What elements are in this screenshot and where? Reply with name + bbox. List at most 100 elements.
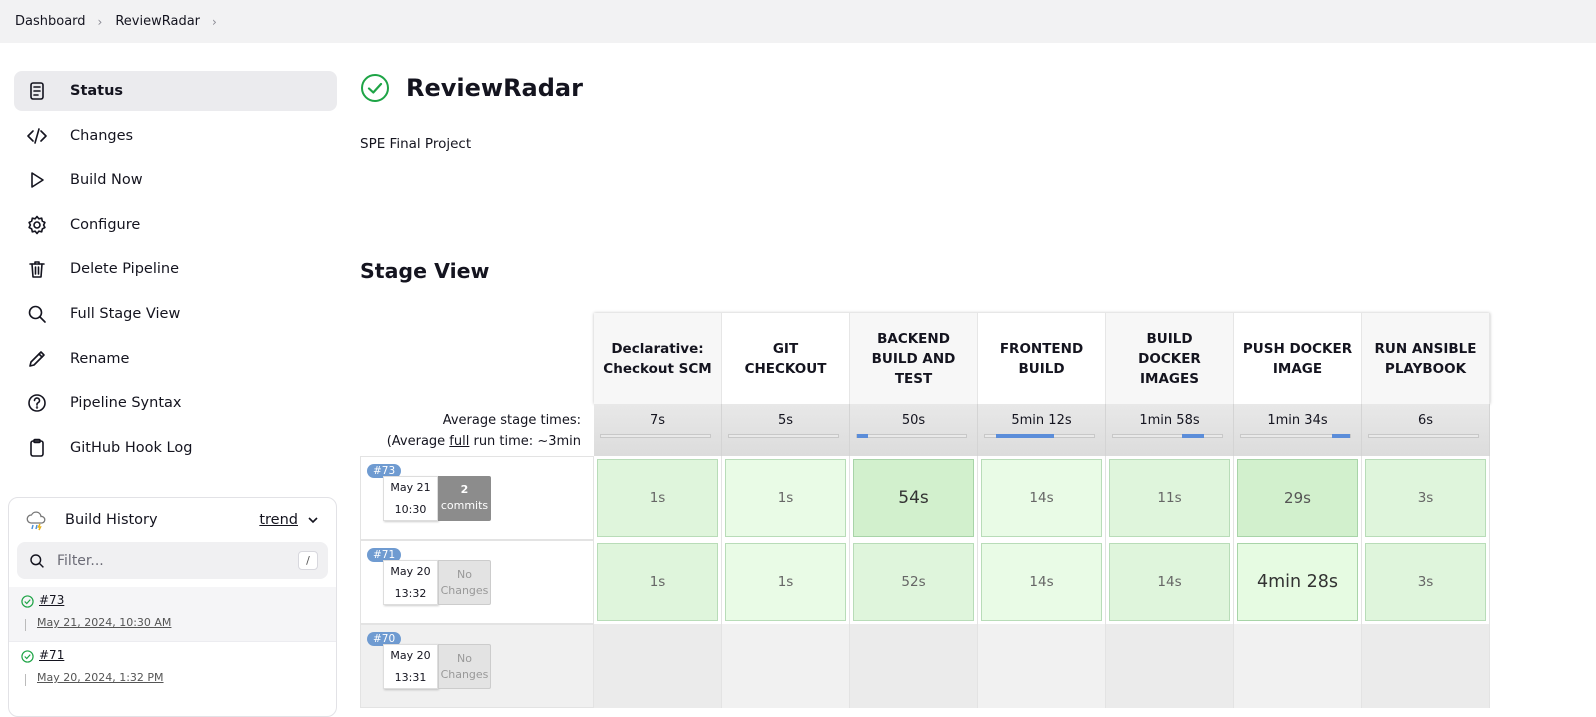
stage-header: FRONTEND BUILD [978, 313, 1106, 404]
progress-fill [996, 434, 1054, 438]
build-filter[interactable]: / [17, 542, 328, 579]
build-history-panel: Build History trend / #73 May 21, 2024, … [8, 497, 337, 717]
changes-box[interactable]: 2 commits [438, 476, 491, 521]
clipboard-icon [26, 437, 48, 459]
sidebar-item-label: Status [70, 83, 124, 99]
average-cell: 50s [850, 404, 978, 456]
build-history-row[interactable]: #73 May 21, 2024, 10:30 AM [9, 587, 336, 641]
build-label: #71 May 20 13:32 No Changes [360, 540, 594, 624]
build-history-header: Build History trend [9, 498, 336, 542]
stage-cell[interactable]: 1s [722, 540, 850, 624]
progress-fill [857, 434, 868, 438]
sidebar-item-rename[interactable]: Rename [14, 339, 337, 379]
build-date-link[interactable]: May 21, 2024, 10:30 AM [37, 616, 171, 629]
search-icon [26, 303, 48, 325]
sidebar-item-build-now[interactable]: Build Now [14, 160, 337, 200]
sidebar-item-label: Delete Pipeline [70, 261, 179, 278]
sidebar-item-github-hook-log[interactable]: GitHub Hook Log [14, 428, 337, 468]
build-label: #73 May 21 10:30 2 commits [360, 456, 594, 540]
changes-box[interactable]: No Changes [438, 644, 491, 689]
sidebar-item-changes[interactable]: Changes [14, 116, 337, 156]
breadcrumb-dashboard[interactable]: Dashboard [15, 14, 86, 29]
average-value: 1min 58s [1139, 413, 1200, 428]
sidebar-item-label: Changes [70, 127, 134, 144]
build-datetime: May 20 13:31 [383, 644, 438, 689]
sidebar-item-label: Build Now [70, 172, 143, 189]
stage-cells: 1s 1s 54s 14s 11s 29s 3s [594, 456, 1490, 540]
trend-link[interactable]: trend [259, 512, 298, 528]
sidebar-item-configure[interactable]: Configure [14, 205, 337, 245]
chevron-right-icon[interactable]: › [212, 15, 217, 29]
sidebar-item-full-stage-view[interactable]: Full Stage View [14, 294, 337, 334]
stage-duration: 54s [853, 459, 974, 537]
stage-duration: 3s [1365, 459, 1486, 537]
build-row: #71 May 20 13:32 No Changes 1s 1s 52s 14… [360, 540, 1492, 624]
stage-cell[interactable]: 1s [722, 456, 850, 540]
build-row: #73 May 21 10:30 2 commits 1s 1s 54s 14s… [360, 456, 1492, 540]
stage-cell[interactable] [722, 624, 850, 708]
average-cell: 5s [722, 404, 850, 456]
stage-cell[interactable]: 14s [1106, 540, 1234, 624]
sidebar-item-status[interactable]: Status [14, 71, 337, 111]
build-date-link[interactable]: May 20, 2024, 1:32 PM [37, 671, 164, 684]
stage-headers: Declarative: Checkout SCM GIT CHECKOUT B… [594, 313, 1490, 404]
stage-cell[interactable] [850, 624, 978, 708]
progress-track [1368, 434, 1479, 438]
trash-icon [26, 258, 48, 280]
stage-duration: 4min 28s [1237, 543, 1358, 621]
build-filter-input[interactable] [57, 552, 287, 569]
average-cell: 6s [1362, 404, 1490, 456]
stage-cell[interactable] [594, 624, 722, 708]
average-cell: 1min 34s [1234, 404, 1362, 456]
build-history-title: Build History [65, 512, 158, 528]
pencil-icon [26, 348, 48, 370]
build-history-row[interactable]: #71 May 20, 2024, 1:32 PM [9, 641, 336, 695]
weather-icon [26, 511, 46, 531]
stage-header: BUILD DOCKER IMAGES [1106, 313, 1234, 404]
progress-track [1112, 434, 1223, 438]
play-icon [26, 169, 48, 191]
average-cell: 7s [594, 404, 722, 456]
sidebar-item-delete-pipeline[interactable]: Delete Pipeline [14, 249, 337, 289]
stage-cell[interactable]: 4min 28s [1234, 540, 1362, 624]
stage-duration: 1s [597, 459, 718, 537]
stage-cell[interactable]: 1s [594, 540, 722, 624]
stage-cell[interactable]: 3s [1362, 456, 1490, 540]
stage-cell[interactable]: 14s [978, 540, 1106, 624]
sidebar-item-label: Full Stage View [70, 305, 181, 322]
stage-cell[interactable]: 11s [1106, 456, 1234, 540]
stage-cell[interactable]: 29s [1234, 456, 1362, 540]
stage-cells: 1s 1s 52s 14s 14s 4min 28s 3s [594, 540, 1490, 624]
average-cell: 1min 58s [1106, 404, 1234, 456]
stage-cell[interactable] [1234, 624, 1362, 708]
stage-cell[interactable]: 14s [978, 456, 1106, 540]
breadcrumb-reviewradar[interactable]: ReviewRadar [115, 14, 200, 29]
average-value: 5min 12s [1011, 413, 1072, 428]
gear-icon [26, 214, 48, 236]
stage-cell[interactable]: 3s [1362, 540, 1490, 624]
stage-cells [594, 624, 1490, 708]
progress-fill [1182, 434, 1204, 438]
stage-cell[interactable] [978, 624, 1106, 708]
average-times-row: 7s 5s 50s 5min 12s 1min 58s 1min 34s 6s [594, 404, 1490, 456]
status-icon [26, 80, 48, 102]
sidebar-item-label: Configure [70, 216, 141, 233]
sidebar-item-pipeline-syntax[interactable]: Pipeline Syntax [14, 383, 337, 423]
stage-duration: 52s [853, 543, 974, 621]
changes-box[interactable]: No Changes [438, 560, 491, 605]
stage-header: Declarative: Checkout SCM [594, 313, 722, 404]
average-value: 7s [649, 413, 666, 428]
build-number-link[interactable]: #71 [39, 648, 64, 662]
full-run-link[interactable]: full [449, 434, 469, 449]
chevron-down-icon[interactable] [306, 513, 320, 527]
stage-header: PUSH DOCKER IMAGE [1234, 313, 1362, 404]
page-title: ReviewRadar [406, 74, 583, 102]
stage-cell[interactable] [1106, 624, 1234, 708]
stage-cell[interactable]: 1s [594, 456, 722, 540]
stage-cell[interactable] [1362, 624, 1490, 708]
average-cell: 5min 12s [978, 404, 1106, 456]
stage-cell[interactable]: 54s [850, 456, 978, 540]
build-number-link[interactable]: #73 [39, 593, 64, 607]
stage-cell[interactable]: 52s [850, 540, 978, 624]
average-value: 50s [901, 413, 926, 428]
